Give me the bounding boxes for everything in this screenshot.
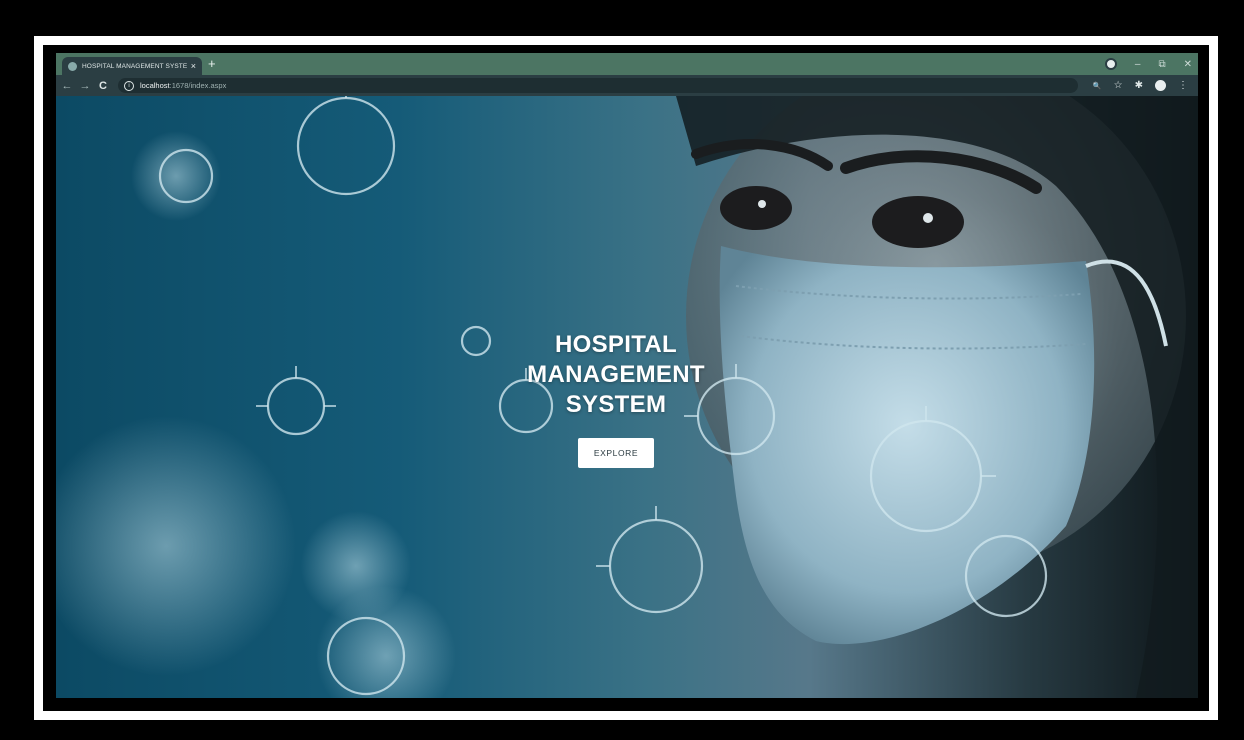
surgical-mask [719, 246, 1095, 645]
page-title: HOSPITAL MANAGEMENT SYSTEM [486, 330, 746, 420]
virus-icon [131, 131, 221, 221]
title-line-1: HOSPITAL [555, 331, 677, 359]
account-icon[interactable] [1155, 80, 1166, 91]
plus-icon[interactable]: + [208, 56, 216, 72]
info-icon[interactable]: i [124, 80, 134, 91]
page-viewport: HOSPITAL MANAGEMENT SYSTEM EXPLORE [56, 96, 1198, 698]
tab-strip: HOSPITAL MANAGEMENT SYSTEM × + – ⧉ ✕ [56, 53, 1198, 75]
back-icon[interactable]: ← [60, 80, 74, 92]
extensions-icon[interactable]: ✱ [1135, 80, 1143, 91]
url-path: :1678/index.aspx [169, 81, 227, 90]
left-eye [720, 186, 792, 230]
window-controls: – ⧉ ✕ [1104, 55, 1192, 73]
menu-icon[interactable]: ⋮ [1178, 80, 1188, 91]
reload-icon[interactable]: C [96, 80, 110, 92]
virus-icon [56, 416, 296, 676]
title-line-2: MANAGEMENT [527, 361, 705, 389]
zoom-icon[interactable]: 🔍 [1093, 82, 1102, 90]
minimize-icon[interactable]: – [1135, 59, 1141, 70]
profile-icon[interactable] [1104, 58, 1117, 70]
url-field[interactable]: i localhost :1678/index.aspx [118, 78, 1078, 93]
star-icon[interactable]: ☆ [1114, 80, 1123, 91]
title-line-3: SYSTEM [565, 391, 667, 419]
favicon-icon [68, 61, 77, 71]
close-icon[interactable]: × [191, 61, 196, 71]
forward-icon[interactable]: → [78, 80, 92, 92]
address-bar: ← → C i localhost :1678/index.aspx 🔍 ☆ ✱… [56, 75, 1198, 96]
browser-window: HOSPITAL MANAGEMENT SYSTEM × + – ⧉ ✕ ← →… [56, 53, 1198, 698]
virus-icon [301, 511, 411, 621]
window-close-icon[interactable]: ✕ [1184, 59, 1192, 70]
explore-button[interactable]: EXPLORE [578, 438, 654, 468]
url-host: localhost [140, 81, 170, 90]
toolbar-tools: 🔍 ☆ ✱ ⋮ [1093, 75, 1188, 96]
tab-hospital-management[interactable]: HOSPITAL MANAGEMENT SYSTEM × [62, 57, 202, 75]
right-eye [872, 196, 964, 248]
maximize-icon[interactable]: ⧉ [1158, 59, 1165, 70]
tab-title: HOSPITAL MANAGEMENT SYSTEM [82, 62, 187, 70]
